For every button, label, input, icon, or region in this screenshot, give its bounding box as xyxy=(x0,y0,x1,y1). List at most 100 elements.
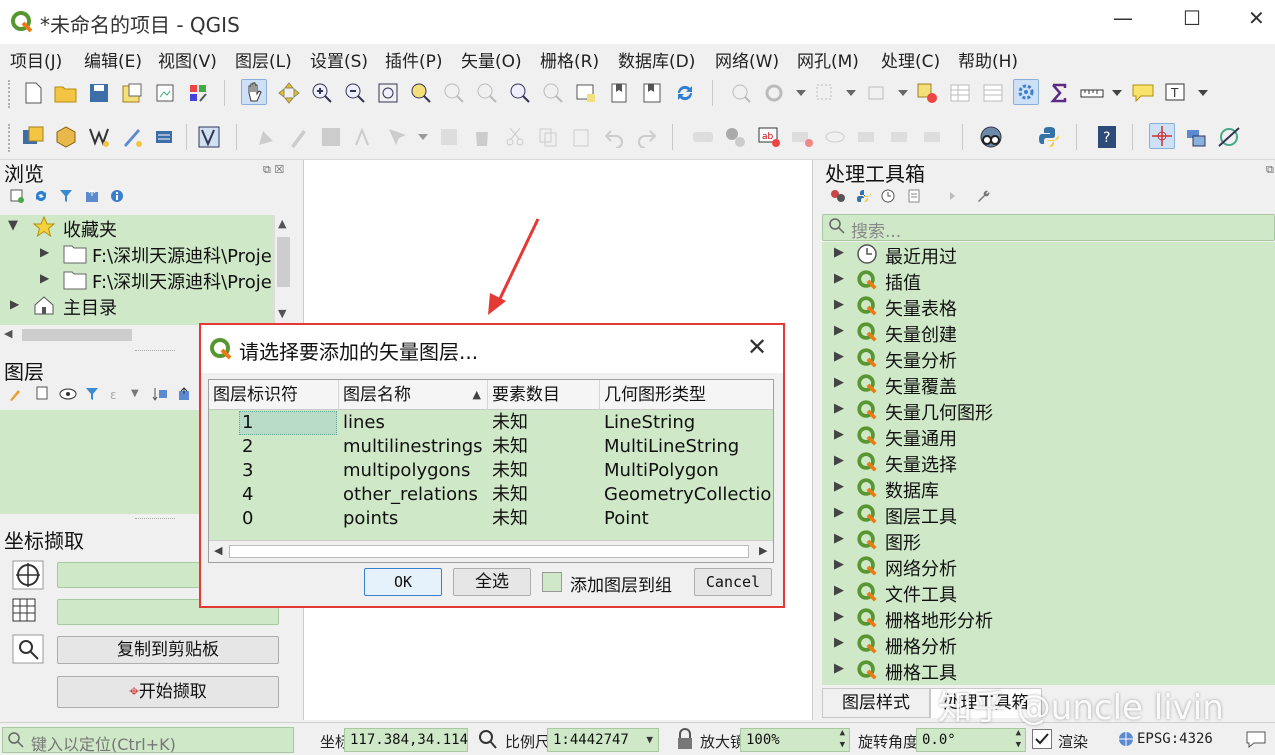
table-row[interactable]: 4 other_relations 未知 GeometryCollection xyxy=(209,483,773,507)
select-all-button[interactable]: 全选 xyxy=(453,568,531,596)
map-tips-icon[interactable] xyxy=(1130,80,1156,106)
toolbox-item[interactable]: ▶ 图层工具 xyxy=(822,502,1275,528)
new-spatialite-icon[interactable] xyxy=(119,124,145,150)
refresh-browser-icon[interactable] xyxy=(34,188,48,208)
models-icon[interactable] xyxy=(830,188,846,208)
expand-arrow-icon[interactable]: ▶ xyxy=(834,271,844,286)
zoom-out-icon[interactable] xyxy=(342,80,368,106)
expand-arrow-icon[interactable]: ▶ xyxy=(834,557,844,572)
crs-label[interactable]: EPSG:4326 xyxy=(1137,731,1213,747)
dropdown-arrow-icon[interactable]: ▼ xyxy=(131,388,139,399)
tab-layer-styling[interactable]: 图层样式 xyxy=(822,688,930,718)
paste-features-icon[interactable] xyxy=(568,124,594,150)
expand-arrow-icon[interactable]: ▶ xyxy=(834,245,844,260)
toolbox-item[interactable]: ▶ 栅格分析 xyxy=(822,632,1275,658)
toolbox-search-input[interactable]: 搜索... xyxy=(822,214,1275,242)
measure-line-icon[interactable] xyxy=(1079,80,1105,106)
expand-arrow-icon[interactable]: ▶ xyxy=(834,661,844,676)
spin-arrows-icon[interactable]: ▲ ▼ xyxy=(840,727,845,751)
gps-tools-icon[interactable] xyxy=(1216,124,1242,150)
toggle-extents-icon[interactable] xyxy=(476,728,498,755)
modify-attributes-icon[interactable] xyxy=(436,124,462,150)
expand-arrow-icon[interactable]: ▶ xyxy=(834,401,844,416)
attribute-table-icon[interactable] xyxy=(947,80,973,106)
edit-in-place-icon[interactable] xyxy=(940,188,956,208)
current-edits-icon[interactable] xyxy=(254,124,280,150)
dropdown-arrow-icon[interactable] xyxy=(788,80,814,106)
rotate-label-icon[interactable] xyxy=(888,124,914,150)
scripts-icon[interactable] xyxy=(856,188,872,208)
pan-to-selection-icon[interactable] xyxy=(276,80,302,106)
select-features-icon[interactable] xyxy=(812,80,838,106)
run-action-icon[interactable] xyxy=(761,80,787,106)
menu-vector[interactable]: 矢量(O) xyxy=(461,47,522,72)
expand-all-icon[interactable] xyxy=(152,386,168,406)
expand-arrow-icon[interactable]: ▶ xyxy=(834,323,844,338)
open-project-icon[interactable] xyxy=(53,80,79,106)
open-styling-icon[interactable] xyxy=(9,386,25,406)
expand-arrow-icon[interactable]: ▶ xyxy=(834,531,844,546)
python-console-icon[interactable] xyxy=(1036,124,1062,150)
menu-mesh[interactable]: 网孔(M) xyxy=(797,47,859,72)
expand-arrow-icon[interactable]: ▶ xyxy=(834,349,844,364)
expand-arrow-icon[interactable]: ▶ xyxy=(834,635,844,650)
zoom-full-icon[interactable] xyxy=(375,80,401,106)
toolbox-item[interactable]: ▶ 矢量几何图形 xyxy=(822,398,1275,424)
print-layout-icon[interactable] xyxy=(152,80,178,106)
column-header-layer-id[interactable]: 图层标识符 xyxy=(209,380,339,410)
ok-button[interactable]: OK xyxy=(364,568,442,596)
options-wrench-icon[interactable] xyxy=(976,188,990,208)
zoom-last-icon[interactable] xyxy=(507,80,533,106)
toolbox-item[interactable]: ▶ 数据库 xyxy=(822,476,1275,502)
dock-resize-handle[interactable] xyxy=(135,518,175,521)
zoom-in-icon[interactable] xyxy=(309,80,335,106)
magnifier-spinbox[interactable]: 100% ▲ ▼ xyxy=(740,728,850,752)
toolbox-item[interactable]: ▶ 矢量通用 xyxy=(822,424,1275,450)
toggle-editing-icon[interactable] xyxy=(285,124,311,150)
menu-web[interactable]: 网络(W) xyxy=(715,47,779,72)
toolbox-item[interactable]: ▶ 矢量创建 xyxy=(822,320,1275,346)
table-row[interactable]: 2 multilinestrings 未知 MultiLineString xyxy=(209,435,773,459)
zoom-layer-icon[interactable] xyxy=(441,80,467,106)
menu-layer[interactable]: 图层(L) xyxy=(235,47,292,72)
expand-arrow-icon[interactable]: ▶ xyxy=(10,297,19,311)
panel-float-close-icon[interactable]: ⧉ ☒ xyxy=(263,163,284,177)
dock-resize-handle[interactable] xyxy=(135,350,175,353)
menu-settings[interactable]: 设置(S) xyxy=(310,47,368,72)
add-to-group-checkbox[interactable] xyxy=(542,572,562,592)
toolbox-item[interactable]: ▶ 图形 xyxy=(822,528,1275,554)
identify-icon[interactable] xyxy=(728,80,754,106)
table-row[interactable]: 0 points 未知 Point xyxy=(209,507,773,531)
digitize-icon[interactable] xyxy=(351,124,377,150)
properties-info-icon[interactable] xyxy=(110,188,124,208)
expand-arrow-icon[interactable]: ▶ xyxy=(834,583,844,598)
filter-legend-icon[interactable] xyxy=(85,386,99,406)
expand-arrow-icon[interactable]: ▶ xyxy=(40,245,49,259)
metasearch-icon[interactable] xyxy=(978,124,1004,150)
label-tool-icon[interactable] xyxy=(690,124,716,150)
save-edits-icon[interactable] xyxy=(318,124,344,150)
history-icon[interactable] xyxy=(881,188,895,208)
vector-layer-icon[interactable] xyxy=(196,124,222,150)
undo-icon[interactable] xyxy=(601,124,627,150)
cut-features-icon[interactable] xyxy=(502,124,528,150)
close-icon[interactable]: ✕ xyxy=(1248,6,1265,30)
panel-float-icon[interactable]: ⧉ xyxy=(1266,163,1274,177)
dropdown-arrow-icon[interactable] xyxy=(410,124,436,150)
minimize-icon[interactable]: — xyxy=(1113,6,1133,30)
column-header-feature-count[interactable]: 要素数目 xyxy=(488,380,600,410)
collapse-all-icon[interactable] xyxy=(85,188,99,208)
scrollbar-thumb[interactable] xyxy=(229,545,749,558)
new-bookmark-icon[interactable] xyxy=(606,80,632,106)
menu-project[interactable]: 项目(J) xyxy=(10,47,62,72)
toolbox-item[interactable]: ▶ 矢量分析 xyxy=(822,346,1275,372)
zoom-next-icon[interactable] xyxy=(540,80,566,106)
coordinate-field[interactable]: 117.384,34.114 xyxy=(344,728,468,752)
vertex-tool-icon[interactable] xyxy=(384,124,410,150)
highlight-pinned-icon[interactable] xyxy=(789,124,815,150)
toolbox-item[interactable]: ▶ 最近用过 xyxy=(822,242,1275,268)
add-selected-icon[interactable] xyxy=(10,188,24,208)
dialog-close-icon[interactable]: ✕ xyxy=(747,333,767,361)
scale-combobox[interactable]: 1:4442747 ▼ xyxy=(547,728,659,752)
cancel-button[interactable]: Cancel xyxy=(694,568,772,596)
